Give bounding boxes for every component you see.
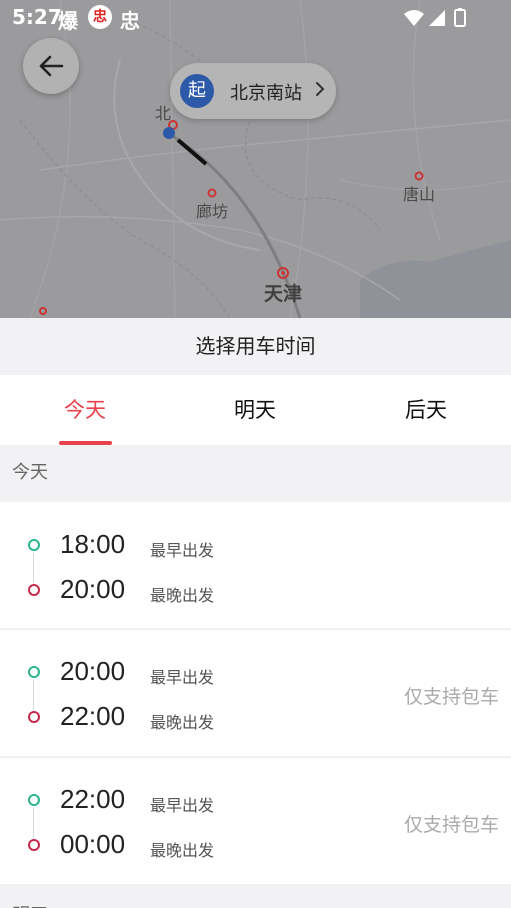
notification-app-icon: 忠 [120,9,140,33]
map-label-langfang: 廊坊 [196,202,229,221]
earliest-dot-icon [28,794,40,806]
notification-app-icon: 忠 [88,5,112,29]
location-dot [163,127,175,139]
latest-label: 最晚出发 [150,713,215,732]
earliest-label: 最早出发 [150,668,215,687]
tab-label: 明天 [234,398,276,422]
earliest-label: 最早出发 [150,541,215,560]
tab-label: 今天 [64,398,106,422]
earliest-dot-icon [28,539,40,551]
tab-today[interactable]: 今天 [0,375,170,445]
panel-title: 选择用车时间 [0,318,511,375]
section-header-today: 今天 [0,445,511,501]
start-location-name: 北京南站 [230,83,302,104]
map-label-tianjin: 天津 [264,283,303,305]
tab-tomorrow[interactable]: 明天 [170,375,340,445]
slot-connector [33,808,34,838]
slot-connector [33,553,34,583]
earliest-dot-icon [28,666,40,678]
time-slot[interactable]: 18:00 最早出发 20:00 最晚出发 [0,502,511,628]
back-button[interactable] [23,38,79,94]
system-status-icons [403,8,473,33]
earliest-time: 22:00 [60,784,126,814]
status-bar: 5:27 爆 忠 忠 [0,0,511,36]
latest-time: 00:00 [60,829,126,859]
charter-only-note: 仅支持包车 [403,814,499,836]
section-header-tomorrow: 明天 [0,885,511,908]
map-label-beijing: 北 [155,104,172,123]
signal-icon [429,10,445,26]
arrow-left-icon [39,55,64,77]
earliest-time: 18:00 [60,529,126,559]
wifi-icon [404,10,424,26]
map-background [0,0,511,318]
latest-time: 20:00 [60,574,126,604]
time-slot[interactable]: 20:00 最早出发 22:00 最晚出发 仅支持包车 [0,630,511,756]
latest-label: 最晚出发 [150,586,215,605]
chevron-right-icon [316,82,325,96]
latest-dot-icon [28,711,40,723]
time-slot[interactable]: 22:00 最早出发 00:00 最晚出发 仅支持包车 [0,758,511,884]
map-view[interactable]: 北 廊坊 唐山 天津 起 北京南站 [0,0,511,318]
latest-dot-icon [28,584,40,596]
tab-label: 后天 [405,398,447,422]
latest-time: 22:00 [60,701,126,731]
day-tabs: 今天 明天 后天 [0,375,511,445]
slot-connector [33,680,34,710]
start-location-pill[interactable]: 起 北京南站 [170,63,336,119]
notification-app-icon: 爆 [58,9,78,33]
status-time: 5:27 [12,5,62,29]
section-label: 明天 [12,901,48,908]
latest-dot-icon [28,839,40,851]
latest-label: 最晚出发 [150,841,215,860]
battery-icon [454,9,466,27]
tab-day-after-tomorrow[interactable]: 后天 [341,375,511,445]
start-badge: 起 [180,74,214,108]
map-label-tangshan: 唐山 [403,185,436,204]
earliest-label: 最早出发 [150,796,215,815]
charter-only-note: 仅支持包车 [403,686,499,708]
earliest-time: 20:00 [60,656,126,686]
